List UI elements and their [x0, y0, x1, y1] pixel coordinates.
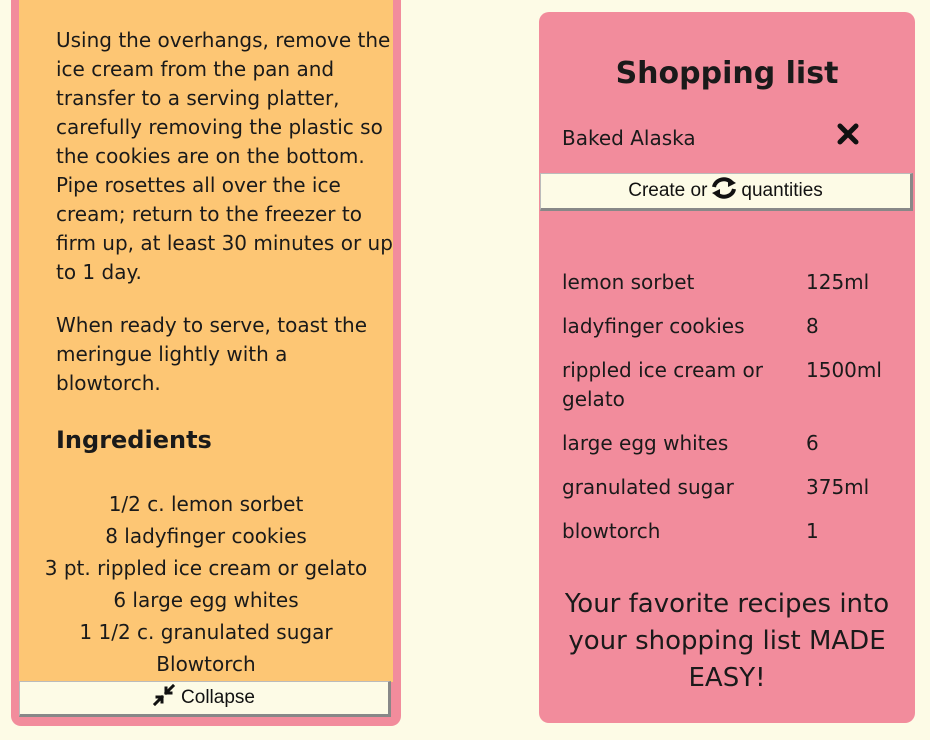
- instruction-step: When ready to serve, toast the meringue …: [56, 313, 368, 395]
- shopping-recipe-name: Baked Alaska: [562, 126, 696, 150]
- item-quantity: 6: [806, 431, 819, 455]
- table-row: ladyfinger cookies 8: [562, 312, 902, 356]
- table-row: rippled ice cream or gelato 1500ml: [562, 356, 902, 429]
- recipe-instructions: Using the overhangs, remove the ice crea…: [56, 26, 396, 422]
- item-name: ladyfinger cookies: [562, 314, 745, 338]
- instruction-step: Using the overhangs, remove the ice crea…: [56, 28, 393, 284]
- item-quantity: 375ml: [806, 475, 870, 499]
- table-row: blowtorch 1: [562, 517, 902, 561]
- ingredient-item: 3 pt. rippled ice cream or gelato: [44, 556, 368, 580]
- ingredient-item: 8 ladyfinger cookies: [105, 524, 307, 548]
- item-quantity: 1500ml: [806, 358, 882, 382]
- remove-recipe-button[interactable]: [835, 123, 861, 149]
- table-row: large egg whites 6: [562, 429, 902, 473]
- item-quantity: 125ml: [806, 270, 870, 294]
- create-button-text-before: Create or: [628, 180, 708, 201]
- shopping-list-panel: Shopping list Baked Alaska Create or qua…: [539, 12, 915, 723]
- item-name: granulated sugar: [562, 475, 734, 499]
- table-row: lemon sorbet 125ml: [562, 268, 902, 312]
- create-button-text-after: quantities: [741, 180, 823, 201]
- table-row: granulated sugar 375ml: [562, 473, 902, 517]
- tagline: Your favorite recipes into your shopping…: [564, 589, 890, 693]
- item-name: rippled ice cream or gelato: [562, 358, 763, 411]
- shopping-list-title: Shopping list: [615, 56, 839, 91]
- item-name: large egg whites: [562, 431, 729, 455]
- ingredient-item: 1 1/2 c. granulated sugar: [79, 620, 333, 644]
- ingredient-item: Blowtorch: [156, 652, 256, 676]
- ingredients-title: Ingredients: [56, 426, 212, 454]
- collapse-button[interactable]: Collapse: [19, 681, 391, 717]
- ingredient-item: 6 large egg whites: [113, 588, 299, 612]
- ingredient-item: 1/2 c. lemon sorbet: [108, 492, 304, 516]
- close-icon: [836, 122, 860, 150]
- refresh-icon: [709, 175, 739, 207]
- item-quantity: 8: [806, 314, 819, 338]
- collapse-label: Collapse: [181, 687, 255, 708]
- item-quantity: 1: [806, 519, 819, 543]
- shopping-items-table: lemon sorbet 125ml ladyfinger cookies 8 …: [562, 268, 902, 561]
- item-name: blowtorch: [562, 519, 661, 543]
- item-name: lemon sorbet: [562, 270, 695, 294]
- collapse-arrows-icon: [152, 683, 176, 712]
- ingredient-list: 1/2 c. lemon sorbet 8 ladyfinger cookies…: [19, 488, 393, 680]
- create-quantities-button[interactable]: Create or quantities: [540, 173, 913, 211]
